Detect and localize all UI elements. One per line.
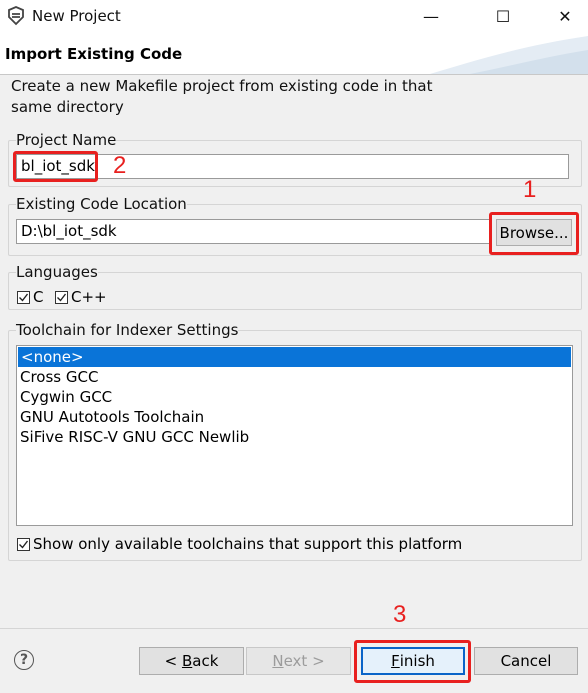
toolchain-item-none[interactable]: <none> bbox=[18, 347, 571, 367]
toolchain-list[interactable]: <none> Cross GCC Cygwin GCC GNU Autotool… bbox=[16, 345, 573, 526]
toolchain-label: Toolchain for Indexer Settings bbox=[16, 321, 239, 339]
help-icon[interactable]: ? bbox=[14, 650, 34, 670]
annotation-step-3: 3 bbox=[393, 601, 407, 628]
close-icon: ✕ bbox=[558, 6, 572, 26]
maximize-button[interactable]: ☐ bbox=[480, 0, 526, 32]
checkmark-icon bbox=[17, 537, 30, 551]
header-divider bbox=[0, 74, 588, 75]
back-button-prefix: < bbox=[164, 652, 182, 670]
language-c-checkbox[interactable]: C bbox=[17, 288, 43, 306]
maximize-icon: ☐ bbox=[495, 6, 511, 26]
annotation-box-browse bbox=[489, 212, 579, 255]
annotation-step-2: 2 bbox=[113, 152, 127, 179]
toolchain-item-sifive-riscv[interactable]: SiFive RISC-V GNU GCC Newlib bbox=[17, 427, 572, 447]
minimize-icon: — bbox=[423, 6, 439, 26]
page-title: Import Existing Code bbox=[5, 45, 183, 63]
back-button-label: ack bbox=[192, 652, 219, 670]
languages-label: Languages bbox=[16, 263, 98, 281]
next-button-label: ext > bbox=[283, 652, 325, 670]
annotation-box-project-name bbox=[13, 151, 98, 182]
annotation-step-1: 1 bbox=[523, 176, 537, 203]
code-location-label: Existing Code Location bbox=[16, 195, 187, 213]
next-button[interactable]: Next > bbox=[246, 647, 351, 675]
language-cpp-label: C++ bbox=[71, 288, 107, 306]
project-name-input[interactable]: bl_iot_sdk bbox=[16, 154, 569, 179]
checkmark-icon bbox=[55, 290, 68, 304]
language-c-label: C bbox=[33, 288, 44, 306]
code-location-input[interactable]: D:\bl_iot_sdk bbox=[16, 219, 490, 244]
page-description: Create a new Makefile project from exist… bbox=[11, 77, 433, 116]
show-available-toolchains-label: Show only available toolchains that supp… bbox=[33, 535, 463, 553]
cancel-button[interactable]: Cancel bbox=[474, 647, 578, 675]
title-bar: New Project — ☐ ✕ bbox=[0, 0, 588, 32]
toolchain-item-cygwin-gcc[interactable]: Cygwin GCC bbox=[17, 387, 572, 407]
toolchain-item-gnu-autotools[interactable]: GNU Autotools Toolchain bbox=[17, 407, 572, 427]
language-cpp-checkbox[interactable]: C++ bbox=[55, 288, 107, 306]
button-bar-divider bbox=[0, 628, 588, 629]
toolchain-item-cross-gcc[interactable]: Cross GCC bbox=[17, 367, 572, 387]
close-button[interactable]: ✕ bbox=[542, 0, 588, 32]
eclipse-app-icon bbox=[8, 6, 24, 26]
wizard-header: Import Existing Code bbox=[0, 32, 588, 74]
annotation-box-finish bbox=[354, 640, 471, 683]
project-name-label: Project Name bbox=[16, 131, 117, 149]
checkmark-icon bbox=[17, 290, 30, 304]
window-title: New Project bbox=[32, 7, 121, 25]
back-button-mnemonic: B bbox=[181, 652, 193, 670]
minimize-button[interactable]: — bbox=[408, 0, 454, 32]
next-button-mnemonic: N bbox=[272, 652, 284, 670]
back-button[interactable]: < Back bbox=[139, 647, 244, 675]
show-available-toolchains-checkbox[interactable]: Show only available toolchains that supp… bbox=[17, 535, 462, 553]
